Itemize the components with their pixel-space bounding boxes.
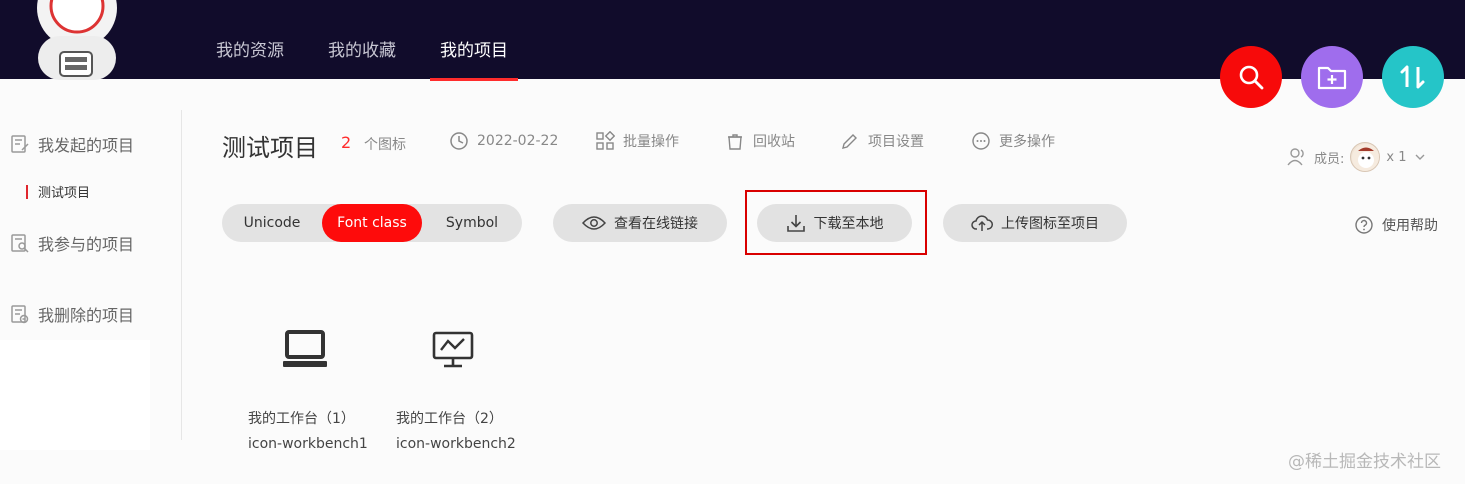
project-title: 测试项目 <box>222 134 318 162</box>
members-dropdown[interactable]: 成员: x 1 <box>1286 142 1427 172</box>
icon-code: icon-workbench1 <box>248 436 368 452</box>
nav-my-favorites[interactable]: 我的收藏 <box>328 36 396 61</box>
members-label: 成员: <box>1314 151 1345 167</box>
trash-icon <box>728 134 742 150</box>
document-edit-icon <box>11 135 29 153</box>
sidebar-item-initiated[interactable]: 我发起的项目 <box>10 132 134 156</box>
sort-arrows-icon <box>1400 65 1425 89</box>
active-indicator <box>26 184 28 199</box>
project-settings-label: 项目设置 <box>868 134 924 150</box>
icon-name: 我的工作台（2） <box>396 411 503 427</box>
laptop-icon <box>283 330 327 367</box>
more-dots-icon <box>972 132 990 150</box>
folder-plus-icon <box>1317 66 1347 90</box>
sidebar-subitem-test-project[interactable]: 测试项目 <box>26 182 90 201</box>
format-font-class-tab[interactable]: Font class <box>322 204 422 242</box>
search-icon <box>1239 65 1264 90</box>
new-folder-button[interactable] <box>1301 46 1363 108</box>
chevron-down-icon <box>1415 154 1424 160</box>
sidebar-blank-area <box>0 340 150 450</box>
recycle-bin-label: 回收站 <box>753 134 795 150</box>
member-avatar <box>1350 142 1381 172</box>
date-text: 2022-02-22 <box>477 133 559 149</box>
batch-operation-button[interactable]: 批量操作 <box>595 131 679 151</box>
view-online-link-button[interactable]: 查看在线链接 <box>553 204 727 242</box>
icon-card[interactable]: 我的工作台（2） icon-workbench2 <box>396 320 546 460</box>
format-symbol-tab[interactable]: Symbol <box>422 204 522 242</box>
icon-count: 2 <box>341 133 352 152</box>
main-nav: 我的资源 我的收藏 我的项目 <box>216 36 518 81</box>
pencil-icon <box>842 134 857 149</box>
usage-help-link[interactable]: 使用帮助 <box>1354 215 1438 235</box>
icon-name: 我的工作台（1） <box>248 411 355 427</box>
sidebar-item-label: 我参与的项目 <box>38 235 135 254</box>
sidebar-item-participated[interactable]: 我参与的项目 <box>10 231 134 255</box>
document-search-icon <box>11 234 29 253</box>
batch-operation-label: 批量操作 <box>623 134 679 150</box>
icon-code: icon-workbench2 <box>396 436 516 452</box>
sidebar-item-label: 我发起的项目 <box>38 136 135 155</box>
icon-count-label: 个图标 <box>364 137 406 153</box>
sidebar-subitem-label: 测试项目 <box>38 186 91 201</box>
view-online-link-label: 查看在线链接 <box>614 216 698 232</box>
nav-my-projects[interactable]: 我的项目 <box>430 36 518 81</box>
usage-help-label: 使用帮助 <box>1382 218 1438 234</box>
logo-avatar[interactable] <box>32 0 122 80</box>
sidebar-item-deleted[interactable]: 我删除的项目 <box>10 302 134 326</box>
more-actions-button[interactable]: 更多操作 <box>971 131 1055 151</box>
users-icon <box>1287 148 1304 166</box>
search-button[interactable] <box>1220 46 1282 108</box>
watermark: @稀土掘金技术社区 <box>1288 452 1441 472</box>
format-switcher: Unicode Font class Symbol <box>222 204 522 242</box>
grid-icon <box>596 131 615 150</box>
document-delete-icon <box>11 305 29 324</box>
format-unicode-tab[interactable]: Unicode <box>222 204 322 242</box>
sort-button[interactable] <box>1382 46 1444 108</box>
help-circle-icon <box>1355 216 1373 234</box>
icon-card[interactable]: 我的工作台（1） icon-workbench1 <box>248 320 398 460</box>
nav-my-resources[interactable]: 我的资源 <box>216 36 284 61</box>
project-date: 2022-02-22 <box>449 131 558 151</box>
upload-icons-button[interactable]: 上传图标至项目 <box>943 204 1127 242</box>
more-actions-label: 更多操作 <box>999 134 1055 150</box>
project-settings-button[interactable]: 项目设置 <box>840 131 924 151</box>
clock-icon <box>450 132 468 150</box>
recycle-bin-button[interactable]: 回收站 <box>725 131 795 151</box>
upload-icons-label: 上传图标至项目 <box>1001 216 1099 232</box>
members-count: x 1 <box>1386 149 1407 165</box>
eye-icon <box>582 216 606 230</box>
cloud-upload-icon <box>971 215 993 231</box>
monitor-chart-icon <box>432 331 474 368</box>
download-highlight-frame <box>745 190 927 255</box>
sidebar-item-label: 我删除的项目 <box>38 306 135 325</box>
